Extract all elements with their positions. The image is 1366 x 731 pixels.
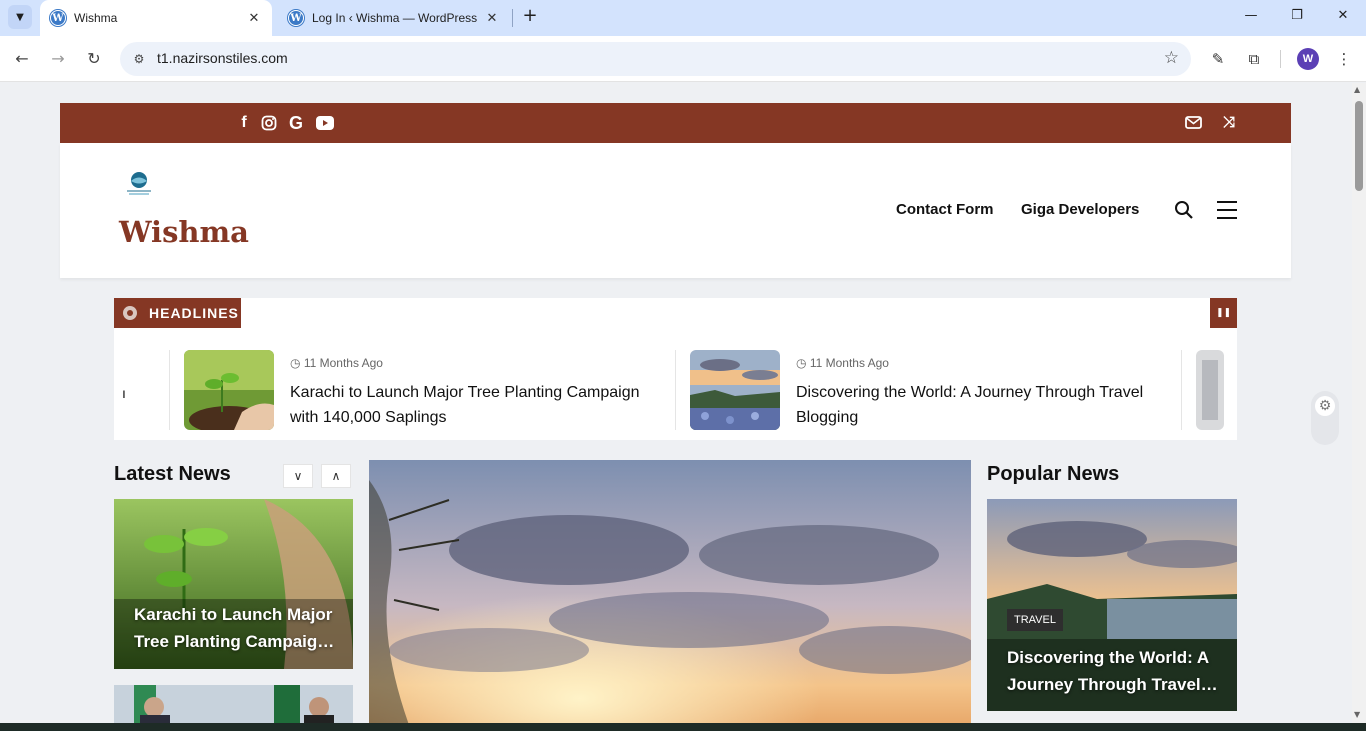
forward-button[interactable]: → bbox=[46, 47, 70, 71]
wordpress-icon: W bbox=[50, 10, 66, 26]
site-header: Wishma Contact Form Giga Developers bbox=[60, 143, 1291, 278]
nav-contact-form[interactable]: Contact Form bbox=[896, 201, 994, 218]
headlines-badge: HEADLINES bbox=[114, 298, 241, 328]
ticker-date: ◷ 11 Months Ago bbox=[796, 356, 889, 370]
browser-tabbar: ▼ W Wishma ✕ W Log In ‹ Wishma — WordPre… bbox=[0, 0, 1366, 36]
top-social-bar: f G ⤨ bbox=[60, 103, 1291, 143]
latest-news-heading: Latest News bbox=[114, 463, 231, 485]
facebook-icon[interactable]: f bbox=[233, 112, 255, 134]
search-icon[interactable] bbox=[1174, 200, 1194, 220]
hamburger-menu-icon[interactable] bbox=[1217, 201, 1237, 219]
more-menu-icon[interactable]: ⋮ bbox=[1332, 47, 1356, 71]
toolbar-divider bbox=[1280, 50, 1281, 68]
settings-floating-widget[interactable]: ⚙ bbox=[1311, 391, 1339, 445]
popular-news-heading: Popular News bbox=[987, 463, 1120, 485]
travel-thumbnail[interactable] bbox=[690, 350, 780, 430]
instagram-icon[interactable] bbox=[258, 112, 280, 134]
bookmark-star-icon[interactable]: ☆ bbox=[1164, 48, 1179, 68]
mail-icon[interactable] bbox=[1182, 112, 1204, 134]
ticker-divider bbox=[675, 350, 676, 430]
category-badge[interactable]: TRAVEL bbox=[1007, 609, 1063, 631]
close-icon[interactable]: ✕ bbox=[244, 8, 264, 28]
os-taskbar bbox=[0, 723, 1366, 731]
youtube-icon[interactable] bbox=[314, 112, 336, 134]
featured-sunset-image[interactable] bbox=[369, 460, 971, 723]
extensions-icon[interactable]: ⧉ bbox=[1242, 47, 1266, 71]
tab-title: Log In ‹ Wishma — WordPress bbox=[312, 11, 478, 25]
ticker-headline[interactable]: Karachi to Launch Major Tree Planting Ca… bbox=[290, 380, 670, 430]
ticker-date: ◷ 11 Months Ago bbox=[290, 356, 383, 370]
scroll-up-arrow[interactable]: ▲ bbox=[1354, 85, 1360, 94]
page-scrollbar[interactable]: ▲ ▼ bbox=[1352, 83, 1366, 723]
tab-divider bbox=[512, 9, 513, 27]
meeting-image bbox=[114, 685, 353, 723]
site-info-icon[interactable]: ⚙ bbox=[130, 50, 148, 68]
latest-news-card[interactable]: Karachi to Launch Major Tree Planting Ca… bbox=[114, 499, 353, 669]
tab-wishma[interactable]: W Wishma ✕ bbox=[40, 0, 272, 36]
profile-avatar[interactable]: W bbox=[1297, 48, 1319, 70]
window-close-button[interactable]: ✕ bbox=[1332, 6, 1354, 28]
address-bar[interactable]: ⚙ t1.nazirsonstiles.com ☆ bbox=[120, 42, 1191, 76]
scroll-down-arrow[interactable]: ▼ bbox=[1354, 710, 1360, 719]
url-text[interactable]: t1.nazirsonstiles.com bbox=[157, 50, 288, 66]
partial-thumbnail[interactable] bbox=[1196, 350, 1224, 430]
ticker-partial-text: ı bbox=[122, 385, 126, 401]
back-button[interactable]: ← bbox=[10, 47, 34, 71]
popular-news-card[interactable]: TRAVEL Discovering the World: A Journey … bbox=[987, 499, 1237, 711]
eyedropper-icon[interactable]: ✎ bbox=[1206, 47, 1230, 71]
gear-icon[interactable]: ⚙ bbox=[1315, 396, 1335, 416]
google-icon[interactable]: G bbox=[285, 112, 307, 134]
headlines-label: HEADLINES bbox=[149, 305, 239, 321]
reload-button[interactable]: ↻ bbox=[82, 47, 106, 71]
browser-toolbar: ← → ↻ ⚙ t1.nazirsonstiles.com ☆ ✎ ⧉ W ⋮ bbox=[0, 36, 1366, 82]
restore-button[interactable]: ❐ bbox=[1286, 6, 1308, 28]
ticker-divider bbox=[1181, 350, 1182, 430]
headlines-ticker: HEADLINES ❚❚ ı ◷ 11 Months Ago Karachi t… bbox=[114, 298, 1237, 440]
wordpress-icon: W bbox=[288, 10, 304, 26]
tab-wordpress-login[interactable]: W Log In ‹ Wishma — WordPress ✕ bbox=[278, 0, 510, 36]
ticker-divider bbox=[169, 350, 170, 430]
chevron-down-icon[interactable]: ∨ bbox=[283, 464, 313, 488]
page-viewport: f G ⤨ Wishma Contact Form Giga Developer… bbox=[0, 83, 1352, 723]
site-title[interactable]: Wishma bbox=[119, 215, 249, 249]
tab-search-button[interactable]: ▼ bbox=[8, 5, 32, 29]
latest-news-card[interactable] bbox=[114, 685, 353, 723]
site-logo[interactable] bbox=[124, 170, 154, 196]
latest-news-title[interactable]: Karachi to Launch Major Tree Planting Ca… bbox=[134, 601, 344, 655]
chevron-up-icon[interactable]: ∧ bbox=[321, 464, 351, 488]
tree-planting-thumbnail[interactable] bbox=[184, 350, 274, 430]
shuffle-icon[interactable]: ⤨ bbox=[1218, 112, 1240, 134]
minimize-button[interactable]: — bbox=[1240, 6, 1262, 28]
close-icon[interactable]: ✕ bbox=[482, 8, 502, 28]
nav-giga-developers[interactable]: Giga Developers bbox=[1021, 201, 1139, 218]
ticker-headline[interactable]: Discovering the World: A Journey Through… bbox=[796, 380, 1176, 430]
record-icon bbox=[123, 306, 137, 320]
new-tab-button[interactable]: + bbox=[519, 6, 541, 28]
pause-button[interactable]: ❚❚ bbox=[1210, 298, 1237, 328]
scroll-thumb[interactable] bbox=[1355, 101, 1363, 191]
popular-news-title[interactable]: Discovering the World: A Journey Through… bbox=[1007, 644, 1222, 698]
tab-title: Wishma bbox=[74, 11, 118, 25]
